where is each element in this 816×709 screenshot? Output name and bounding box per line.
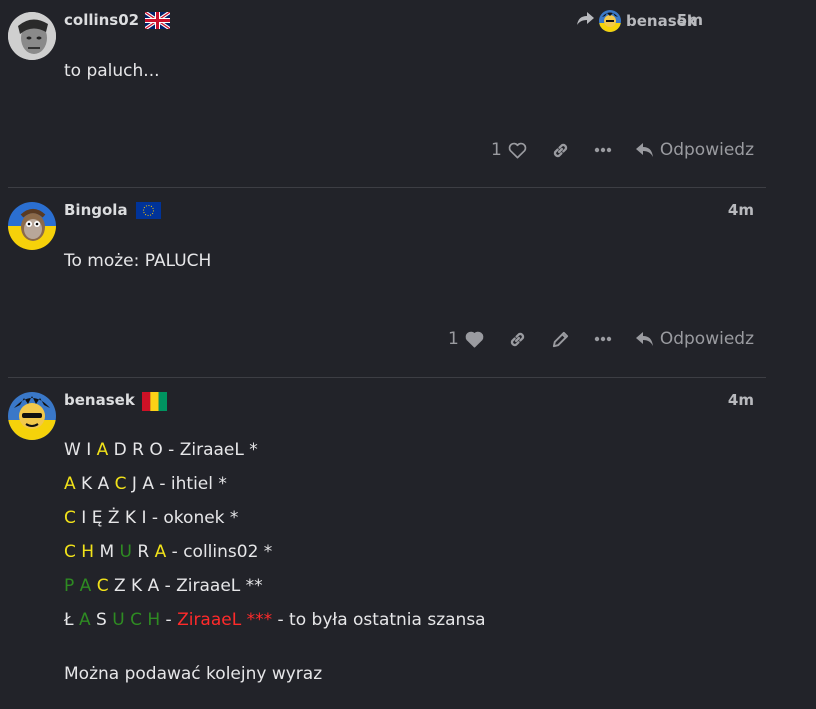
word-segment: W I (64, 440, 97, 460)
word-segment: J A - ihtiel * (126, 474, 227, 494)
post-actions: 1 Odpowiedz (467, 137, 754, 163)
word-segment: P A (64, 576, 92, 596)
edit-button[interactable] (551, 330, 570, 349)
word-segment: C (96, 576, 109, 596)
word-segment: A (64, 474, 76, 494)
post-text: To może: PALUCH (64, 251, 212, 271)
word-line: A K A C J A - ihtiel * (64, 474, 227, 494)
post-benasek: benasek 4m W I A D R O - ZiraaeL * A K A … (0, 378, 766, 709)
word-segment: Ł (64, 610, 79, 630)
like-count: 1 (448, 329, 459, 349)
copy-link-button[interactable] (551, 141, 570, 160)
pencil-icon (551, 330, 570, 349)
word-segment: C (64, 508, 76, 528)
word-line: P A C Z K A - ZiraaeL ** (64, 576, 263, 596)
word-segment: D R O - ZiraaeL * (108, 440, 258, 460)
like-count: 1 (491, 140, 502, 160)
word-segment: R (132, 542, 155, 562)
reply-label: Odpowiedz (659, 140, 754, 160)
like-button[interactable]: 1 (491, 140, 527, 160)
reply-arrow-icon (635, 142, 654, 158)
word-segment: I Ę Ż K I - okonek * (75, 508, 239, 528)
like-button[interactable]: 1 (448, 329, 484, 349)
avatar[interactable] (8, 12, 56, 60)
post-bingola: Bingola 4m To może: PALUCH 1 Odpowiedz (0, 188, 766, 378)
username[interactable]: collins02 (64, 11, 139, 29)
word-line: C I Ę Ż K I - okonek * (64, 508, 238, 528)
word-segment: Z K A - ZiraaeL ** (108, 576, 263, 596)
word-segment: A (78, 610, 91, 630)
ellipsis-icon (594, 147, 612, 153)
copy-link-button[interactable] (508, 330, 527, 349)
heart-filled-icon (465, 331, 484, 348)
username[interactable]: benasek (64, 391, 135, 409)
word-segment: - collins02 * (166, 542, 273, 562)
link-icon (508, 330, 527, 349)
post-text: to paluch... (64, 61, 160, 81)
word-segment: - (160, 610, 178, 630)
more-button[interactable] (594, 147, 612, 153)
word-segment: A (154, 542, 167, 562)
avatar[interactable] (8, 392, 56, 440)
heart-outline-icon (508, 142, 527, 159)
word-segment: M (94, 542, 120, 562)
word-segment: ZiraaeL *** (177, 610, 273, 630)
guinea-flag-icon (142, 392, 167, 411)
link-icon (551, 141, 570, 160)
more-button[interactable] (594, 336, 612, 342)
word-segment: C (114, 474, 127, 494)
word-segment: K A (75, 474, 115, 494)
post-time[interactable]: 5m (677, 11, 703, 29)
reply-button[interactable]: Odpowiedz (635, 329, 754, 349)
reply-label: Odpowiedz (659, 329, 754, 349)
word-line: C H M U R A - collins02 * (64, 542, 272, 562)
ellipsis-icon (594, 336, 612, 342)
reply-avatar (599, 10, 621, 32)
eu-flag-icon (136, 202, 161, 219)
word-segment: A (96, 440, 109, 460)
post-time[interactable]: 4m (728, 201, 754, 219)
share-arrow-icon (577, 12, 595, 30)
uk-flag-icon (144, 10, 171, 31)
reply-arrow-icon (635, 331, 654, 347)
post-actions: 1 Odpowiedz (424, 326, 754, 352)
word-segment: - to była ostatnia szansa (272, 610, 486, 630)
post-time[interactable]: 4m (728, 391, 754, 409)
word-line: Ł A S U C H - ZiraaeL *** - to była osta… (64, 610, 486, 630)
avatar[interactable] (8, 202, 56, 250)
reply-button[interactable]: Odpowiedz (635, 140, 754, 160)
word-line: W I A D R O - ZiraaeL * (64, 440, 258, 460)
post-collins02: collins02 benasek 5m to paluch... 1 Odpo… (0, 0, 766, 188)
word-segment: U C H (112, 610, 161, 630)
post-footer-text: Można podawać kolejny wyraz (64, 664, 323, 684)
word-segment: S (90, 610, 113, 630)
username[interactable]: Bingola (64, 201, 128, 219)
word-segment: U (119, 542, 132, 562)
word-segment: C H (64, 542, 95, 562)
